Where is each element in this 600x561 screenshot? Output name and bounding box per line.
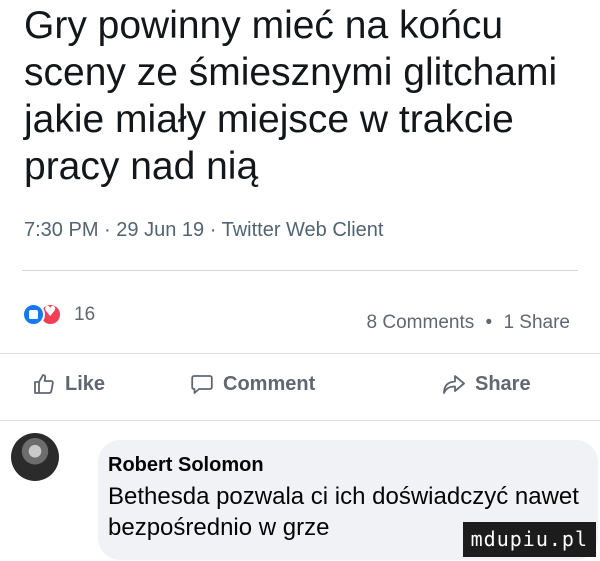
meta-separator: · xyxy=(104,219,111,241)
share-label: Share xyxy=(475,372,531,395)
action-bar: Like Comment Share xyxy=(0,372,600,410)
divider xyxy=(0,420,600,421)
divider xyxy=(0,353,600,354)
stats-separator: • xyxy=(485,312,493,333)
avatar[interactable] xyxy=(11,433,59,481)
tweet-meta: 7:30 PM · 29 Jun 19 · Twitter Web Client xyxy=(24,219,383,242)
share-icon xyxy=(443,375,465,394)
comment-label: Comment xyxy=(223,372,316,395)
reaction-count: 16 xyxy=(74,303,96,325)
comment-author[interactable]: Robert Solomon xyxy=(108,454,264,477)
thumbs-up-icon xyxy=(34,374,54,394)
tweet-text: Gry powinny mieć na końcu sceny ze śmies… xyxy=(24,4,558,188)
divider xyxy=(22,270,578,271)
shares-count[interactable]: 1 Share xyxy=(503,312,570,333)
comment-button[interactable]: Comment xyxy=(190,372,315,396)
tweet-source[interactable]: Twitter Web Client xyxy=(222,219,384,241)
share-button[interactable]: Share xyxy=(442,372,531,396)
watermark: mdupiu.pl xyxy=(462,522,596,557)
comments-count[interactable]: 8 Comments xyxy=(367,312,475,333)
like-label: Like xyxy=(65,372,106,395)
meta-separator: · xyxy=(209,219,217,241)
reactions-summary[interactable]: 16 xyxy=(22,303,95,326)
comment-icon xyxy=(191,375,213,394)
tweet-date: 29 Jun 19 xyxy=(116,219,205,241)
like-button[interactable]: Like xyxy=(32,372,105,396)
engagement-stats: 8 Comments • 1 Share xyxy=(367,312,570,334)
like-icon xyxy=(22,303,45,326)
tweet-time: 7:30 PM xyxy=(24,219,99,241)
